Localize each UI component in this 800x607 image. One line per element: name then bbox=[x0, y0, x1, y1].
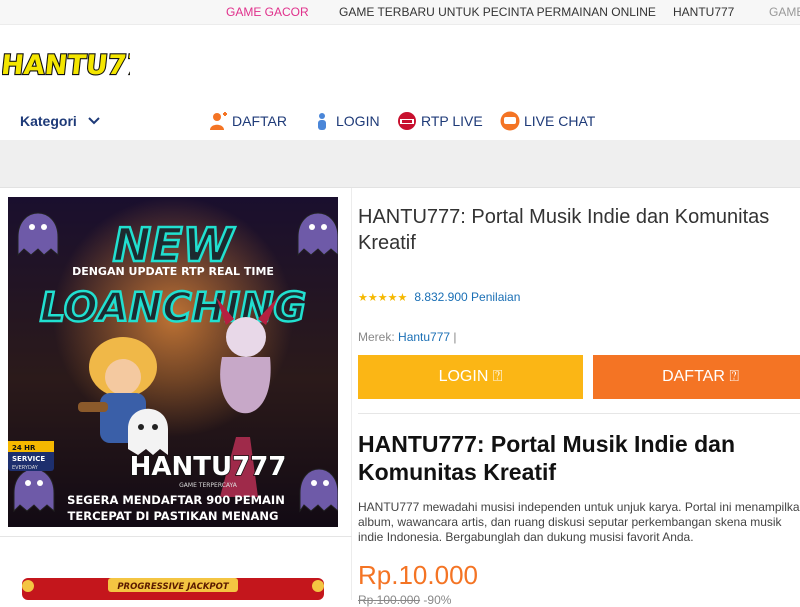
brand-separator: | bbox=[453, 330, 457, 344]
section-divider bbox=[358, 413, 800, 414]
banner-new-text: NEW bbox=[113, 218, 236, 272]
top-link-game-gacor[interactable]: GAME GACOR bbox=[226, 5, 309, 19]
live-chat-icon bbox=[500, 111, 520, 131]
top-link-hantu777[interactable]: HANTU777 bbox=[673, 5, 734, 19]
top-link-game[interactable]: GAME bbox=[769, 5, 800, 19]
nav-live-chat[interactable]: LIVE CHAT bbox=[500, 109, 595, 133]
main-nav: Kategori DAFTAR LOGIN RTP LIVE LIVE CHAT bbox=[0, 100, 800, 140]
article-description: HANTU777 mewadahi musisi independen untu… bbox=[358, 500, 800, 544]
banner-subtitle: DENGAN UPDATE RTP REAL TIME bbox=[72, 265, 274, 278]
banner-footer-1: SEGERA MENDAFTAR 900 PEMAIN bbox=[67, 493, 285, 507]
rating-count[interactable]: 8.832.900 Penilaian bbox=[414, 290, 520, 304]
nav-login[interactable]: LOGIN bbox=[312, 109, 380, 133]
svg-text:HANTU777: HANTU777 bbox=[2, 50, 130, 81]
brand-link[interactable]: Hantu777 bbox=[398, 330, 450, 344]
banner-brand-sub: GAME TERPERCAYA bbox=[179, 482, 238, 489]
top-link-bar: GAME GACOR GAME TERBARU UNTUK PECINTA PE… bbox=[0, 0, 800, 25]
user-add-icon bbox=[210, 112, 227, 130]
brand-info: Merek: Hantu777 | bbox=[358, 330, 457, 344]
product-title: HANTU777: Portal Musik Indie dan Komunit… bbox=[358, 206, 770, 254]
person-icon bbox=[318, 113, 326, 130]
top-link-game-terbaru[interactable]: GAME TERBARU UNTUK PECINTA PERMAINAN ONL… bbox=[339, 5, 656, 19]
product-price: Rp.10.000 bbox=[358, 560, 478, 590]
kategori-label: Kategori bbox=[20, 113, 77, 129]
nav-rtp-live[interactable]: RTP LIVE bbox=[397, 109, 483, 133]
jackpot-banner-image[interactable]: PROGRESSIVE JACKPOT bbox=[8, 574, 338, 600]
daftar-button[interactable]: DAFTAR ⍰ bbox=[593, 355, 800, 399]
gallery-divider bbox=[0, 536, 352, 537]
svg-text:24 HR: 24 HR bbox=[12, 444, 36, 452]
nav-daftar[interactable]: DAFTAR bbox=[208, 109, 287, 133]
discount-badge: -90% bbox=[423, 593, 452, 607]
nav-login-label: LOGIN bbox=[336, 113, 380, 129]
nav-rtp-label: RTP LIVE bbox=[421, 113, 483, 129]
product-gallery: NEW DENGAN UPDATE RTP REAL TIME LOANCHIN… bbox=[0, 188, 352, 600]
login-button[interactable]: LOGIN ⍰ bbox=[358, 355, 583, 399]
old-price-row: Rp.100.000 -90% bbox=[358, 593, 451, 607]
chevron-down-icon bbox=[88, 117, 100, 125]
nav-daftar-label: DAFTAR bbox=[232, 113, 287, 129]
product-banner-image[interactable]: NEW DENGAN UPDATE RTP REAL TIME LOANCHIN… bbox=[8, 197, 338, 527]
nav-livechat-label: LIVE CHAT bbox=[524, 113, 596, 129]
rtp-badge-icon bbox=[398, 112, 416, 130]
brand-label: Merek: bbox=[358, 330, 395, 344]
banner-brand: HANTU777 bbox=[130, 452, 287, 482]
svg-text:EVERYDAY: EVERYDAY bbox=[12, 465, 39, 471]
category-band bbox=[0, 140, 800, 188]
service-badge: 24 HR SERVICE EVERYDAY bbox=[8, 441, 54, 471]
old-price: Rp.100.000 bbox=[358, 593, 421, 607]
kategori-dropdown[interactable]: Kategori bbox=[20, 113, 100, 129]
rating-stars-icon: ★★★★★ bbox=[358, 291, 408, 304]
banner-footer-2: TERCEPAT DI PASTIKAN MENANG bbox=[68, 509, 279, 523]
svg-text:SERVICE: SERVICE bbox=[12, 455, 45, 463]
article-headline: HANTU777: Portal Musik Indie dan Komunit… bbox=[358, 431, 736, 485]
ghost-mascot bbox=[128, 408, 168, 455]
product-rating: ★★★★★ 8.832.900 Penilaian bbox=[358, 290, 520, 304]
svg-text:PROGRESSIVE JACKPOT: PROGRESSIVE JACKPOT bbox=[117, 582, 230, 592]
site-logo[interactable]: HANTU777 bbox=[0, 40, 167, 82]
